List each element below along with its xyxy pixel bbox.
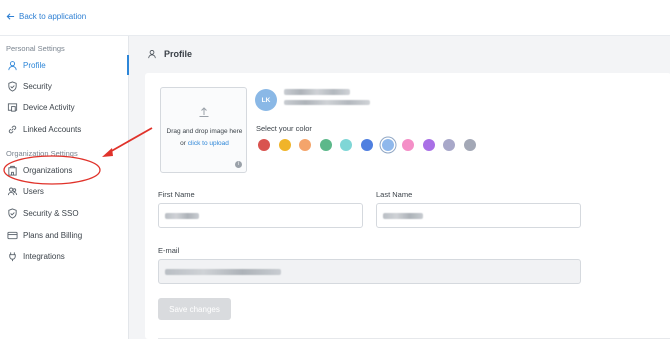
profile-card: Drag and drop image here or click to upl… xyxy=(145,73,670,339)
sidebar-item-organizations[interactable]: Organizations xyxy=(0,160,128,180)
save-changes-button[interactable]: Save changes xyxy=(158,298,231,320)
sidebar-item-integrations[interactable]: Integrations xyxy=(0,246,128,266)
click-to-upload-link[interactable]: click to upload xyxy=(188,140,229,147)
sidebar-item-profile[interactable]: Profile xyxy=(0,55,129,75)
page-title: Profile xyxy=(164,49,193,59)
last-name-label: Last Name xyxy=(376,190,413,199)
sidebar-item-label: Device Activity xyxy=(23,102,75,112)
image-upload-dropzone[interactable]: Drag and drop image here or click to upl… xyxy=(160,87,247,173)
laptop-icon xyxy=(7,102,18,113)
arrow-left-icon xyxy=(6,13,15,20)
upload-instructions: Drag and drop image here or click to upl… xyxy=(165,126,244,150)
user-icon xyxy=(7,60,18,71)
back-link-label: Back to application xyxy=(19,12,87,21)
upload-icon xyxy=(199,107,209,117)
sidebar-item-label: Linked Accounts xyxy=(23,124,82,134)
color-swatch[interactable] xyxy=(278,139,291,151)
user-icon xyxy=(148,50,156,59)
plug-icon xyxy=(7,251,18,262)
color-swatch[interactable] xyxy=(361,139,373,151)
sidebar-item-label: Security & SSO xyxy=(23,208,79,218)
sidebar-item-label: Organizations xyxy=(23,165,73,175)
sidebar-item-label: Security xyxy=(23,81,52,91)
info-icon[interactable]: i xyxy=(235,161,242,168)
first-name-label: First Name xyxy=(158,190,195,199)
personal-settings-heading: Personal Settings xyxy=(6,44,65,53)
shield-icon xyxy=(7,80,18,92)
sidebar-item-security-sso[interactable]: Security & SSO xyxy=(0,203,128,223)
avatar: LK xyxy=(255,89,277,111)
sidebar-item-device-activity[interactable]: Device Activity xyxy=(0,97,128,117)
organization-settings-heading: Organization Settings xyxy=(6,149,78,158)
color-swatch[interactable] xyxy=(340,139,353,151)
color-swatch[interactable] xyxy=(299,139,312,151)
credit-card-icon xyxy=(7,230,18,241)
page-header: Profile xyxy=(129,36,670,72)
sidebar-item-label: Profile xyxy=(23,60,46,70)
sidebar-item-users[interactable]: Users xyxy=(0,181,128,201)
color-swatch[interactable] xyxy=(422,139,435,151)
color-swatch[interactable] xyxy=(464,139,476,151)
email-input[interactable] xyxy=(158,259,581,284)
sidebar-item-label: Users xyxy=(23,186,44,196)
shield-check-icon xyxy=(7,207,18,219)
last-name-input[interactable] xyxy=(376,203,581,228)
color-swatch[interactable] xyxy=(443,139,456,151)
link-icon xyxy=(7,124,18,135)
color-swatch[interactable] xyxy=(381,139,394,151)
select-color-label: Select your color xyxy=(256,124,312,133)
color-swatch[interactable] xyxy=(258,139,270,151)
email-label: E-mail xyxy=(158,246,180,255)
top-bar: Back to application xyxy=(0,0,670,36)
main-content: Profile Drag and drop image here or clic… xyxy=(129,36,670,339)
users-icon xyxy=(7,186,18,197)
back-to-application-link[interactable]: Back to application xyxy=(6,12,86,21)
user-name-blurred xyxy=(284,89,350,95)
sidebar-item-label: Integrations xyxy=(23,251,65,261)
settings-sidebar: Personal Settings Profile Security Devic… xyxy=(0,36,129,339)
sidebar-item-security[interactable]: Security xyxy=(0,76,128,96)
sidebar-item-plans-and-billing[interactable]: Plans and Billing xyxy=(0,225,128,245)
sidebar-item-linked-accounts[interactable]: Linked Accounts xyxy=(0,119,128,139)
building-icon xyxy=(7,165,18,176)
user-email-blurred xyxy=(284,100,370,105)
sidebar-item-label: Plans and Billing xyxy=(23,230,83,240)
first-name-input[interactable] xyxy=(158,203,363,228)
color-swatch[interactable] xyxy=(319,139,332,151)
color-swatch[interactable] xyxy=(402,139,415,151)
